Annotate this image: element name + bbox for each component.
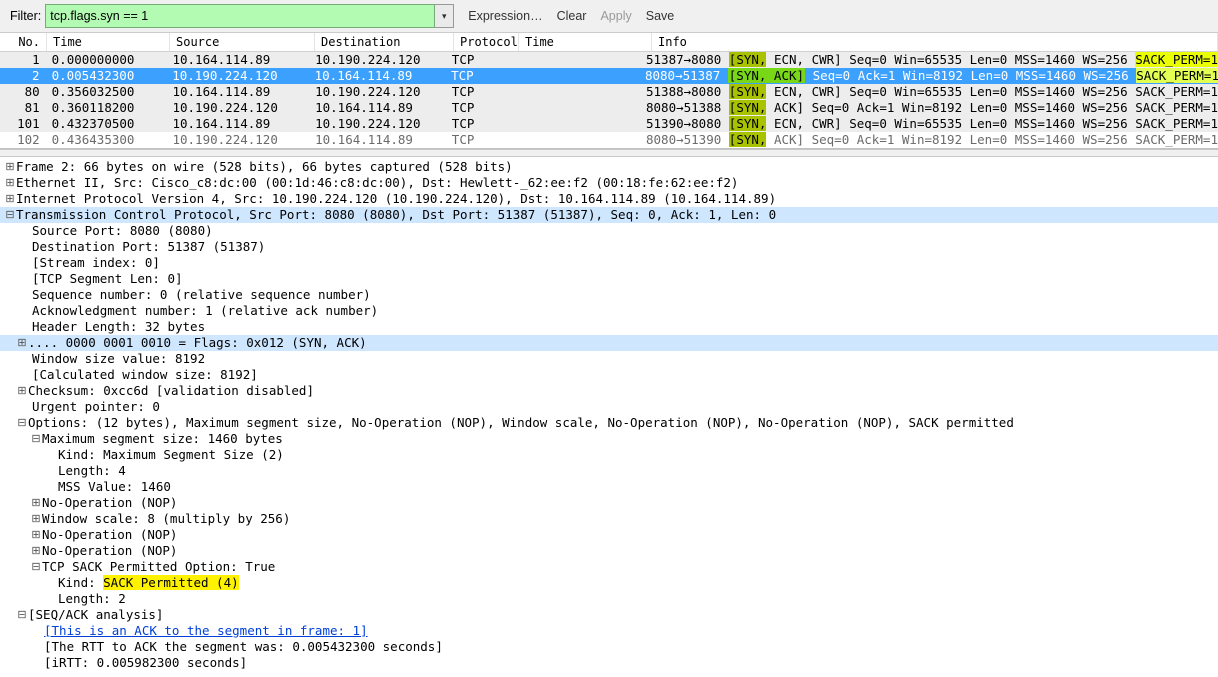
- tree-urgent[interactable]: Urgent pointer: 0: [32, 399, 160, 415]
- tree-nop-1[interactable]: No-Operation (NOP): [42, 495, 177, 511]
- expand-icon[interactable]: ⊞: [30, 495, 42, 511]
- tree-sack-kind[interactable]: Kind: SACK Permitted (4): [58, 575, 239, 591]
- save-button[interactable]: Save: [646, 9, 675, 23]
- collapse-icon[interactable]: ⊟: [4, 207, 16, 223]
- tree-wscale[interactable]: Window scale: 8 (multiply by 256): [42, 511, 290, 527]
- tree-seqack[interactable]: [SEQ/ACK analysis]: [28, 607, 163, 623]
- tree-mss-len[interactable]: Length: 4: [58, 463, 126, 479]
- expand-icon[interactable]: ⊞: [30, 511, 42, 527]
- collapse-icon[interactable]: ⊟: [16, 607, 28, 623]
- tree-checksum[interactable]: Checksum: 0xcc6d [validation disabled]: [28, 383, 314, 399]
- packet-row[interactable]: 1010.43237050010.164.114.8910.190.224.12…: [0, 116, 1218, 132]
- tree-nop-3[interactable]: No-Operation (NOP): [42, 543, 177, 559]
- expand-icon[interactable]: ⊞: [4, 159, 16, 175]
- packet-row[interactable]: 10.00000000010.164.114.8910.190.224.120T…: [0, 52, 1218, 68]
- tree-source-port[interactable]: Source Port: 8080 (8080): [32, 223, 213, 239]
- col-time2[interactable]: Time: [519, 33, 652, 51]
- filter-label: Filter:: [10, 9, 41, 23]
- tree-calcwin[interactable]: [Calculated window size: 8192]: [32, 367, 258, 383]
- col-source[interactable]: Source: [170, 33, 315, 51]
- tree-dest-port[interactable]: Destination Port: 51387 (51387): [32, 239, 265, 255]
- filter-dropdown-button[interactable]: ▾: [435, 4, 454, 28]
- col-time[interactable]: Time: [47, 33, 170, 51]
- col-no[interactable]: No.: [0, 33, 47, 51]
- tree-mss-kind[interactable]: Kind: Maximum Segment Size (2): [58, 447, 284, 463]
- tree-flags[interactable]: .... 0000 0001 0010 = Flags: 0x012 (SYN,…: [28, 335, 367, 351]
- tree-ip[interactable]: Internet Protocol Version 4, Src: 10.190…: [16, 191, 776, 207]
- expand-icon[interactable]: ⊞: [16, 335, 28, 351]
- tree-winsize[interactable]: Window size value: 8192: [32, 351, 205, 367]
- tree-sack-opt[interactable]: TCP SACK Permitted Option: True: [42, 559, 275, 575]
- tree-ack-num[interactable]: Acknowledgment number: 1 (relative ack n…: [32, 303, 378, 319]
- tree-mss-val[interactable]: MSS Value: 1460: [58, 479, 171, 495]
- col-destination[interactable]: Destination: [315, 33, 454, 51]
- expand-icon[interactable]: ⊞: [30, 527, 42, 543]
- tree-ack-link[interactable]: [This is an ACK to the segment in frame:…: [44, 623, 368, 639]
- tree-seq-num[interactable]: Sequence number: 0 (relative sequence nu…: [32, 287, 371, 303]
- tree-frame[interactable]: Frame 2: 66 bytes on wire (528 bits), 66…: [16, 159, 513, 175]
- packet-list[interactable]: No. Time Source Destination Protocol Tim…: [0, 33, 1218, 149]
- packet-row[interactable]: 20.00543230010.190.224.12010.164.114.89T…: [0, 68, 1218, 84]
- packet-row[interactable]: 1020.43643530010.190.224.12010.164.114.8…: [0, 132, 1218, 148]
- expand-icon[interactable]: ⊞: [30, 543, 42, 559]
- expand-icon[interactable]: ⊞: [16, 383, 28, 399]
- col-info[interactable]: Info: [652, 33, 1218, 51]
- packet-list-header: No. Time Source Destination Protocol Tim…: [0, 33, 1218, 52]
- tree-options[interactable]: Options: (12 bytes), Maximum segment siz…: [28, 415, 1014, 431]
- tree-header-len[interactable]: Header Length: 32 bytes: [32, 319, 205, 335]
- filter-toolbar: Filter: ▾ Expression… Clear Apply Save: [0, 0, 1218, 33]
- clear-button[interactable]: Clear: [557, 9, 587, 23]
- packet-row[interactable]: 810.36011820010.190.224.12010.164.114.89…: [0, 100, 1218, 116]
- col-protocol[interactable]: Protocol: [454, 33, 519, 51]
- tree-seg-len[interactable]: [TCP Segment Len: 0]: [32, 271, 183, 287]
- apply-button[interactable]: Apply: [600, 9, 631, 23]
- packet-row[interactable]: 800.35603250010.164.114.8910.190.224.120…: [0, 84, 1218, 100]
- expression-button[interactable]: Expression…: [468, 9, 542, 23]
- expand-icon[interactable]: ⊞: [4, 191, 16, 207]
- collapse-icon[interactable]: ⊟: [30, 431, 42, 447]
- packet-details[interactable]: ⊞Frame 2: 66 bytes on wire (528 bits), 6…: [0, 157, 1218, 677]
- tree-sack-len[interactable]: Length: 2: [58, 591, 126, 607]
- expand-icon[interactable]: ⊞: [4, 175, 16, 191]
- tree-irtt[interactable]: [iRTT: 0.005982300 seconds]: [44, 655, 247, 671]
- tree-tcp[interactable]: Transmission Control Protocol, Src Port:…: [16, 207, 776, 223]
- pane-splitter[interactable]: [0, 149, 1218, 157]
- collapse-icon[interactable]: ⊟: [16, 415, 28, 431]
- tree-stream-index[interactable]: [Stream index: 0]: [32, 255, 160, 271]
- tree-mss[interactable]: Maximum segment size: 1460 bytes: [42, 431, 283, 447]
- tree-ethernet[interactable]: Ethernet II, Src: Cisco_c8:dc:00 (00:1d:…: [16, 175, 738, 191]
- filter-input[interactable]: [45, 4, 435, 28]
- tree-rtt[interactable]: [The RTT to ACK the segment was: 0.00543…: [44, 639, 443, 655]
- tree-nop-2[interactable]: No-Operation (NOP): [42, 527, 177, 543]
- collapse-icon[interactable]: ⊟: [30, 559, 42, 575]
